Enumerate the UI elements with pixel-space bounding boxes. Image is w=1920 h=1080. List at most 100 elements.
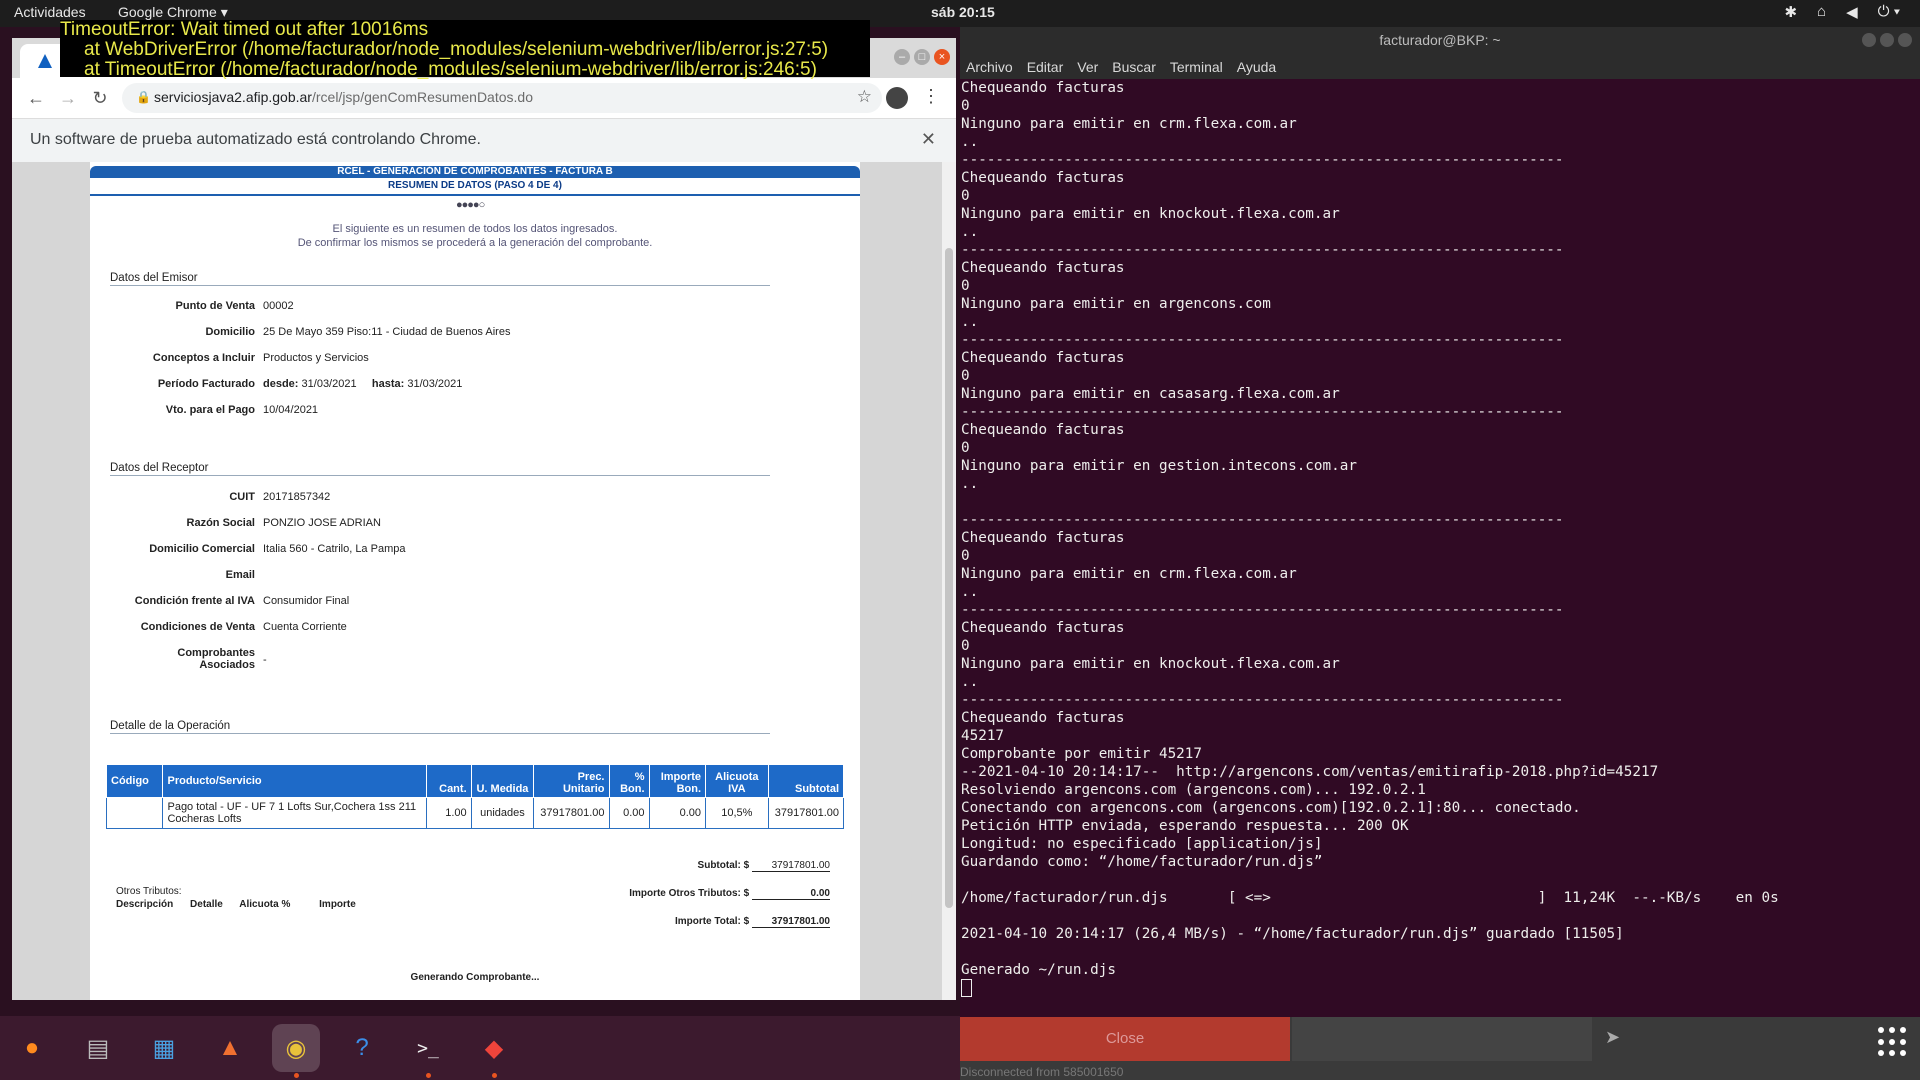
- volume-icon[interactable]: ◀: [1846, 3, 1858, 21]
- anydesk-icon[interactable]: ◆: [470, 1024, 518, 1078]
- bookmark-star-icon[interactable]: ☆: [857, 87, 872, 107]
- domicilio-comercial-value: Italia 560 - Catrilo, La Pampa: [263, 543, 406, 555]
- dock: ● ▤ ▦ ▲ ◉ ? >_ ◆: [0, 1016, 960, 1080]
- forward-icon[interactable]: →: [56, 86, 80, 110]
- otros-tributos-header: Descripción Detalle Alicuota % Importe: [116, 899, 370, 910]
- terminal-title: facturador@BKP: ~: [1379, 32, 1501, 48]
- menu-buscar[interactable]: Buscar: [1112, 59, 1156, 75]
- bluetooth-icon[interactable]: ✱: [1784, 3, 1797, 21]
- menu-ver[interactable]: Ver: [1077, 59, 1098, 75]
- network-icon[interactable]: ⌂: [1817, 3, 1826, 21]
- field-label: Condición frente al IVA: [134, 595, 255, 607]
- power-icon[interactable]: ⏻ ▾: [1878, 3, 1900, 21]
- lock-icon[interactable]: 🔒: [136, 90, 151, 104]
- browser-toolbar: ← → ↻ 🔒 serviciosjava2.afip.gob.ar/rcel/…: [12, 78, 956, 118]
- conceptos-value: Productos y Servicios: [263, 352, 369, 364]
- menu-ayuda[interactable]: Ayuda: [1237, 59, 1276, 75]
- field-label: Condiciones de Venta: [140, 621, 255, 633]
- generating-status: Generando Comprobante...: [410, 972, 540, 983]
- column-header: Producto/Servicio: [162, 764, 428, 798]
- column-header: Subtotal: [767, 764, 845, 798]
- table-cell: Pago total - UF - UF 7 1 Lofts Sur,Coche…: [162, 797, 428, 829]
- column-header: Alicuota %: [239, 899, 291, 910]
- table-header-row: Código Producto/Servicio Cant. U. Medida…: [105, 764, 845, 798]
- terminal-window-controls: [1862, 33, 1912, 47]
- terminal-menu-bar: Archivo Editar Ver Buscar Terminal Ayuda: [960, 55, 1920, 79]
- table-row: Pago total - UF - UF 7 1 Lofts Sur,Coche…: [105, 797, 845, 829]
- subtotal-value: 37917801.00: [752, 860, 830, 872]
- column-header: Importe: [319, 899, 356, 910]
- firefox-icon[interactable]: ●: [8, 1024, 56, 1072]
- activities-button[interactable]: Actividades: [14, 4, 86, 20]
- table-cell: 1.00: [426, 797, 472, 829]
- column-header: % Bon.: [608, 764, 650, 798]
- profile-avatar-icon[interactable]: [886, 87, 908, 109]
- field-label: Domicilio Comercial: [149, 543, 255, 555]
- terminal-window: facturador@BKP: ~ Archivo Editar Ver Bus…: [960, 27, 1920, 1017]
- close-infobar-icon[interactable]: ✕: [921, 129, 936, 150]
- condiciones-venta-value: Cuenta Corriente: [263, 621, 347, 633]
- menu-terminal[interactable]: Terminal: [1170, 59, 1223, 75]
- error-line: at TimeoutError (/home/facturador/node_m…: [84, 59, 817, 80]
- field-label: Punto de Venta: [175, 300, 255, 312]
- table-cell: 37917801.00: [767, 797, 845, 829]
- reload-icon[interactable]: ↻: [88, 86, 112, 110]
- page-scrollbar[interactable]: [942, 162, 956, 1000]
- table-cell: [105, 797, 164, 829]
- intro-line: El siguiente es un resumen de todos los …: [332, 223, 618, 235]
- field-label: CUIT: [229, 491, 255, 503]
- chrome-icon[interactable]: ◉: [272, 1024, 320, 1078]
- terminal-title-bar: facturador@BKP: ~: [960, 27, 1920, 55]
- menu-editar[interactable]: Editar: [1027, 59, 1064, 75]
- cuit-value: 20171857342: [263, 491, 331, 503]
- terminal-output[interactable]: Chequeando facturas 0 Ninguno para emiti…: [961, 79, 1779, 999]
- send-icon[interactable]: ➤: [1605, 1027, 1620, 1048]
- table-cell: unidades: [470, 797, 535, 829]
- otros-tributos-value: 0.00: [752, 888, 830, 900]
- minimize-icon[interactable]: [1862, 33, 1876, 47]
- page-title: RCEL - GENERACIÓN DE COMPROBANTES - FACT…: [337, 166, 613, 177]
- comprobantes-asociados-value: -: [263, 654, 267, 666]
- terminal-icon[interactable]: >_: [404, 1024, 452, 1078]
- clock[interactable]: sáb 20:15: [931, 4, 995, 20]
- page-subtitle: RESUMEN DE DATOS (PASO 4 DE 4): [388, 180, 562, 191]
- table-cell: 0.00: [648, 797, 707, 829]
- menu-archivo[interactable]: Archivo: [966, 59, 1013, 75]
- maximize-icon[interactable]: □: [914, 49, 930, 65]
- chrome-window: – □ × ← → ↻ 🔒 serviciosjava2.afip.gob.ar…: [12, 38, 956, 1000]
- minimize-icon[interactable]: –: [894, 49, 910, 65]
- chat-input[interactable]: [1292, 1017, 1592, 1061]
- close-icon[interactable]: ×: [934, 49, 950, 65]
- close-icon[interactable]: [1898, 33, 1912, 47]
- otros-tributos: Otros Tributos: Descripción Detalle Alic…: [116, 886, 370, 910]
- remote-session-bar: Close ➤ Disconnected from 585001650: [960, 1017, 1920, 1080]
- back-icon[interactable]: ←: [24, 86, 48, 110]
- vto-value: 10/04/2021: [263, 404, 319, 416]
- writer-icon[interactable]: ▦: [140, 1024, 188, 1072]
- field-label: Email: [225, 569, 255, 581]
- field-label: Conceptos a Incluir: [152, 352, 255, 364]
- column-header: Alicuota IVA: [705, 764, 769, 798]
- close-button[interactable]: Close: [960, 1017, 1290, 1061]
- domicilio-value: 25 De Mayo 359 Piso:11 - Ciudad de Bueno…: [263, 326, 511, 338]
- page-viewport: RCEL - GENERACIÓN DE COMPROBANTES - FACT…: [12, 162, 942, 1000]
- scrollbar-thumb[interactable]: [945, 248, 953, 908]
- url-text[interactable]: serviciosjava2.afip.gob.ar/rcel/jsp/genC…: [154, 89, 533, 105]
- files-icon[interactable]: ▤: [74, 1024, 122, 1072]
- menu-kebab-icon[interactable]: ⋮: [922, 86, 940, 107]
- field-label: Razón Social: [186, 517, 255, 529]
- field-label: Comprobantes Asociados: [177, 647, 255, 671]
- field-label: Vto. para el Pago: [165, 404, 255, 416]
- column-header: U. Medida: [470, 764, 535, 798]
- field-label: Período Facturado: [157, 378, 255, 390]
- terminal-text: Chequeando facturas 0 Ninguno para emiti…: [961, 80, 1779, 978]
- address-bar[interactable]: 🔒 serviciosjava2.afip.gob.ar/rcel/jsp/ge…: [122, 83, 882, 113]
- system-tray[interactable]: ✱ ⌂ ◀ ⏻ ▾: [1784, 3, 1900, 21]
- error-overlay: TimeoutError: Wait timed out after 10016…: [60, 20, 870, 80]
- help-icon[interactable]: ?: [338, 1024, 386, 1072]
- maximize-icon[interactable]: [1880, 33, 1894, 47]
- divider: [90, 194, 860, 196]
- software-icon[interactable]: ▲: [206, 1024, 254, 1072]
- afip-favicon-icon: [38, 54, 52, 68]
- show-apps-icon[interactable]: [1878, 1027, 1908, 1057]
